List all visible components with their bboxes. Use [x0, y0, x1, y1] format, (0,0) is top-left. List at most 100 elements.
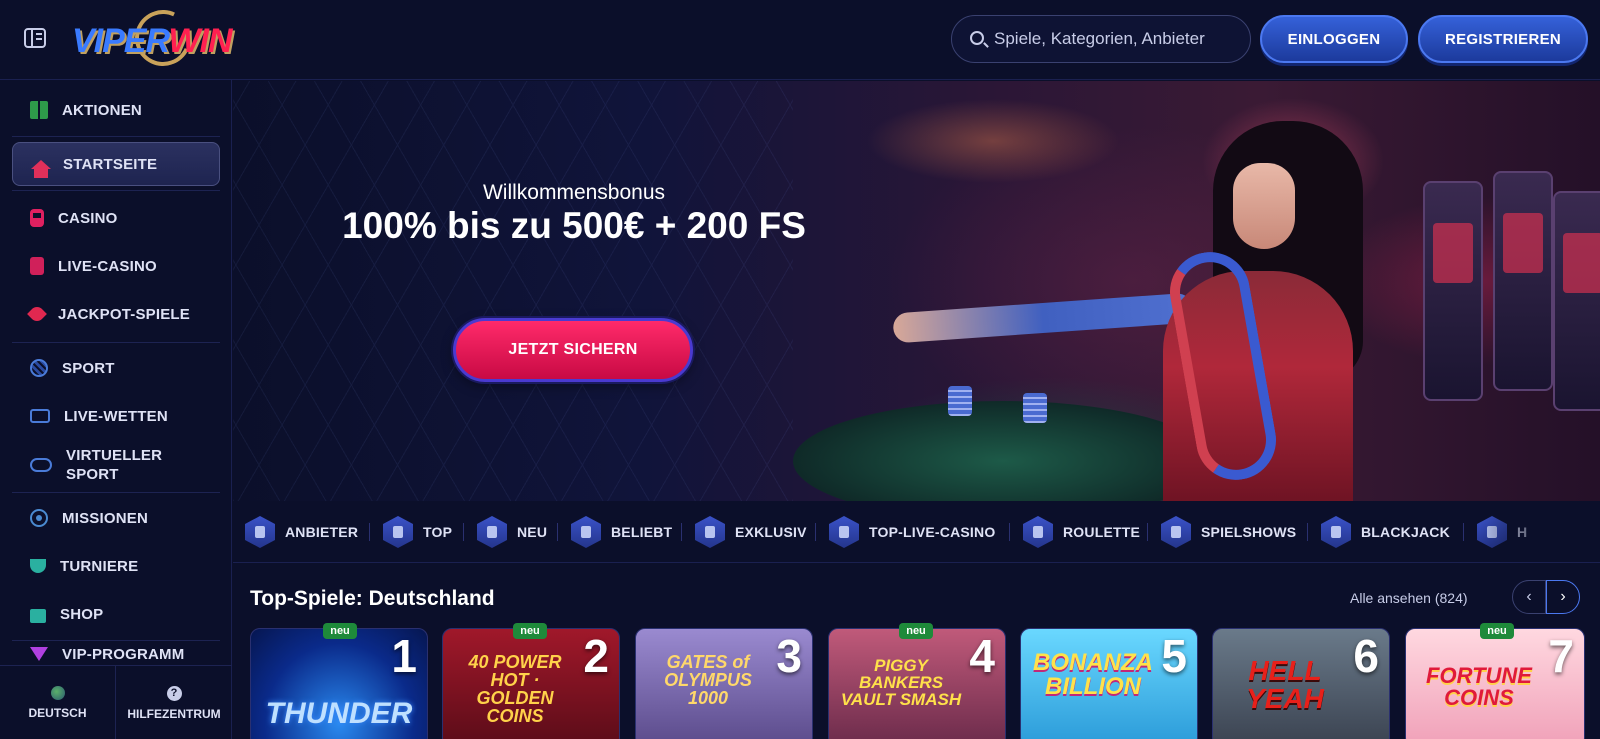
sidebar-divider [12, 190, 220, 191]
help-icon: ? [166, 685, 182, 701]
category-divider [369, 523, 370, 541]
home-icon [31, 159, 51, 178]
category-roulette[interactable]: ROULETTE [1023, 515, 1140, 549]
sidebar-item-label: TURNIERE [60, 557, 139, 575]
sidebar-divider [12, 136, 220, 137]
category-spielshows[interactable]: SPIELSHOWS [1161, 515, 1296, 549]
new-badge: neu [323, 623, 357, 639]
scroll-fade [1480, 501, 1600, 562]
claim-bonus-button[interactable]: JETZT SICHERN [453, 318, 693, 382]
game-tile-thunder[interactable]: 1 THUNDER [250, 628, 428, 739]
section-title: Top-Spiele: Deutschland [250, 587, 495, 610]
sidebar-item-startseite[interactable]: STARTSEITE [12, 142, 220, 186]
sidebar-item-label: SHOP [60, 605, 104, 623]
game-art-text: FORTUNE COINS [1426, 663, 1532, 710]
sidebar-item-turniere[interactable]: TURNIERE [12, 544, 220, 588]
category-neu[interactable]: NEU [477, 515, 547, 549]
category-divider [1307, 523, 1308, 541]
sidebar-item-label: MISSIONEN [62, 509, 148, 527]
live-tv-icon [30, 409, 50, 423]
search-box[interactable] [951, 15, 1251, 63]
game-tile-hell-yeah[interactable]: 6 HELL YEAH [1212, 628, 1390, 739]
category-divider [815, 523, 816, 541]
category-top[interactable]: TOP [383, 515, 452, 549]
login-button[interactable]: EINLOGGEN [1260, 15, 1408, 63]
category-divider [1147, 523, 1148, 541]
game-rank: 1 [391, 630, 417, 682]
sidebar-item-jackpot-spiele[interactable]: JACKPOT-SPIELE [12, 292, 220, 336]
chip-stack-image [948, 386, 972, 416]
sidebar-item-virtueller-sport[interactable]: VIRTUELLER SPORT [12, 438, 220, 492]
category-blackjack[interactable]: BLACKJACK [1321, 515, 1450, 549]
slot-machine-icon [30, 209, 44, 227]
sidebar-item-live-wetten[interactable]: LIVE-WETTEN [12, 394, 220, 438]
brand-logo[interactable]: VIPERWIN [70, 2, 260, 74]
sidebar-toggle-icon[interactable] [24, 28, 46, 48]
category-top-live-casino[interactable]: TOP-LIVE-CASINO [829, 515, 995, 549]
sidebar-item-label: LIVE-CASINO [58, 257, 157, 275]
language-label: DEUTSCH [28, 706, 87, 720]
sidebar-item-vip-programm[interactable]: VIP-PROGRAMM [12, 644, 220, 664]
game-art-text: GATES of OLYMPUS 1000 [664, 652, 752, 708]
category-divider [463, 523, 464, 541]
slot-machine-image [1423, 181, 1483, 401]
sidebar-item-label: JACKPOT-SPIELE [58, 305, 190, 323]
diamond-icon [695, 516, 725, 548]
category-divider [681, 523, 682, 541]
slot-machine-image [1493, 171, 1553, 391]
sidebar-divider [12, 640, 220, 641]
language-selector[interactable]: DEUTSCH [0, 666, 116, 739]
help-center-link[interactable]: ? HILFEZENTRUM [116, 666, 232, 739]
chip-stack-image [1023, 393, 1047, 423]
hostess-arm-image [892, 292, 1194, 344]
category-exklusiv[interactable]: EXKLUSIV [695, 515, 807, 549]
category-bar: ANBIETER TOP NEU BELIEBT EXKLUSIV TOP-LI… [233, 501, 1600, 563]
sidebar-divider [12, 342, 220, 343]
flame-icon [571, 516, 601, 548]
search-input[interactable] [994, 16, 1244, 62]
gift-icon [30, 101, 48, 119]
show-icon [1161, 516, 1191, 548]
game-tile-fortune-coins[interactable]: 7 FORTUNE COINS [1405, 628, 1585, 739]
sidebar-item-label: VIP-PROGRAMM [62, 645, 185, 663]
roulette-icon [1023, 516, 1053, 548]
sidebar-item-label: STARTSEITE [63, 155, 158, 173]
dealer-icon [829, 516, 859, 548]
sidebar-item-shop[interactable]: SHOP [12, 592, 220, 636]
game-tile-golden-coins[interactable]: 2 40 POWER HOT · GOLDEN COINS [442, 628, 620, 739]
chevron-left-icon: ‹ [1526, 588, 1532, 605]
target-icon [30, 509, 48, 527]
new-badge: neu [513, 623, 547, 639]
sidebar-item-missionen[interactable]: MISSIONEN [12, 496, 220, 540]
sidebar-item-casino[interactable]: CASINO [12, 196, 220, 240]
slot-machine-image [1553, 191, 1600, 411]
card-icon [30, 257, 44, 275]
chevron-right-icon: › [1560, 588, 1566, 605]
carousel-next-button[interactable]: › [1546, 580, 1580, 614]
game-art-text: THUNDER [265, 697, 413, 730]
category-beliebt[interactable]: BELIEBT [571, 515, 672, 549]
shopping-bag-icon [30, 609, 46, 623]
sidebar-divider [12, 492, 220, 493]
game-tile-piggy-bankers[interactable]: 4 PIGGY BANKERS VAULT SMASH [828, 628, 1006, 739]
trophy-icon [30, 559, 46, 573]
sidebar-item-aktionen[interactable]: AKTIONEN [12, 88, 220, 132]
diamond-icon [30, 647, 48, 661]
category-divider [557, 523, 558, 541]
sidebar-footer: DEUTSCH ? HILFEZENTRUM [0, 665, 232, 739]
ball-icon [30, 359, 48, 377]
sidebar-item-live-casino[interactable]: LIVE-CASINO [12, 244, 220, 288]
game-tile-gates-of-olympus[interactable]: 3 GATES of OLYMPUS 1000 [635, 628, 813, 739]
new-badge: neu [899, 623, 933, 639]
category-anbieter[interactable]: ANBIETER [245, 515, 358, 549]
carousel-prev-button[interactable]: ‹ [1512, 580, 1546, 614]
category-divider [1009, 523, 1010, 541]
register-button[interactable]: REGISTRIEREN [1418, 15, 1588, 63]
sidebar-item-sport[interactable]: SPORT [12, 346, 220, 390]
language-flag-icon [50, 686, 65, 700]
game-tile-bonanza-billion[interactable]: 5 BONANZA BILLION [1020, 628, 1198, 739]
view-all-link[interactable]: Alle ansehen (824) [1350, 590, 1468, 606]
top-header: VIPERWIN EINLOGGEN REGISTRIEREN [0, 0, 1600, 80]
sidebar-item-label: AKTIONEN [62, 101, 142, 119]
category-divider [1463, 523, 1464, 541]
